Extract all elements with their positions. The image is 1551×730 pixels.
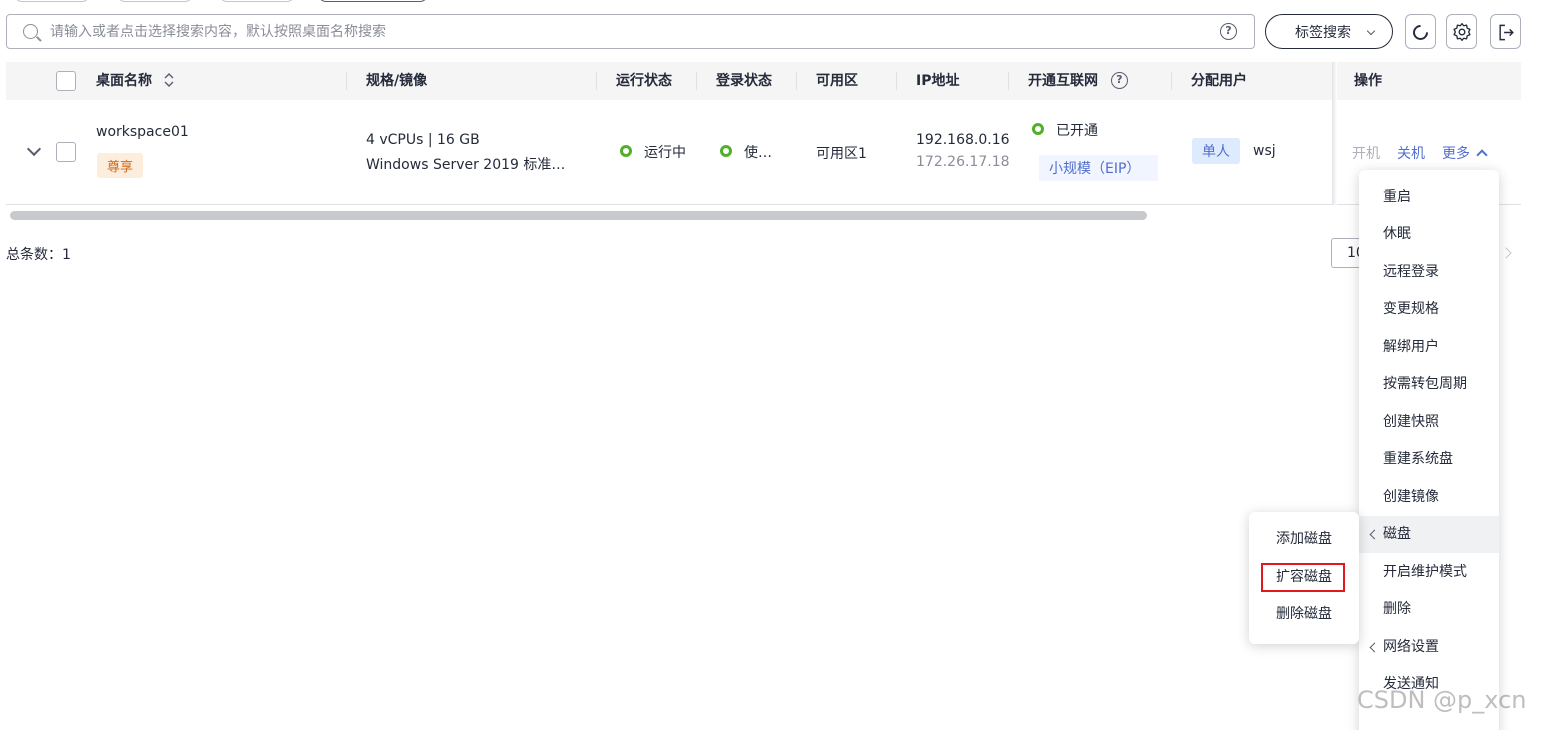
table-row: workspace01 尊享 4 vCPUs | 16 GB Windows S… bbox=[6, 100, 1521, 205]
status-ok-icon bbox=[720, 145, 732, 157]
internet-status-label: 已开通 bbox=[1056, 123, 1098, 139]
menu-item-disk-label: 磁盘 bbox=[1383, 526, 1411, 542]
internet-help-icon[interactable]: ? bbox=[1110, 71, 1128, 89]
start-link[interactable]: 开机 bbox=[1352, 143, 1380, 163]
tier-badge: 尊享 bbox=[97, 153, 144, 178]
column-header-internet-label: 开通互联网 bbox=[1028, 73, 1098, 89]
column-separator[interactable] bbox=[696, 72, 697, 90]
search-box[interactable]: ? bbox=[6, 14, 1255, 49]
menu-item-create-snapshot[interactable]: 创建快照 bbox=[1359, 404, 1499, 441]
refresh-icon bbox=[1409, 21, 1432, 44]
menu-item-network-settings[interactable]: 网络设置 bbox=[1359, 629, 1499, 666]
user-type-badge: 单人 bbox=[1192, 138, 1240, 164]
search-help-icon[interactable]: ? bbox=[1220, 23, 1237, 40]
more-link[interactable]: 更多 bbox=[1442, 143, 1488, 163]
highlight-annotation-box bbox=[1261, 563, 1345, 592]
desktop-name[interactable]: workspace01 bbox=[96, 124, 189, 140]
ops-column-divider bbox=[1332, 62, 1337, 205]
column-separator[interactable] bbox=[896, 72, 897, 90]
menu-item-restart[interactable]: 重启 bbox=[1359, 179, 1499, 216]
shutdown-link[interactable]: 关机 bbox=[1397, 143, 1425, 163]
table-header: 桌面名称 规格/镜像 运行状态 登录状态 可用区 IP地址 开通互联网 ? 分配… bbox=[6, 62, 1521, 100]
export-button[interactable] bbox=[1490, 14, 1521, 49]
status-ok-icon bbox=[620, 145, 632, 157]
horizontal-scrollbar[interactable] bbox=[10, 211, 1147, 220]
more-actions-menu: 重启 休眠 远程登录 变更规格 解绑用户 按需转包周期 创建快照 重建系统盘 创… bbox=[1359, 170, 1499, 730]
zone-text: 可用区1 bbox=[816, 146, 867, 162]
ip-primary: 192.168.0.163 bbox=[916, 132, 1010, 148]
tag-search-label: 标签搜索 bbox=[1295, 24, 1351, 41]
chevron-up-icon bbox=[1476, 149, 1488, 161]
column-separator[interactable] bbox=[346, 72, 347, 90]
next-page-icon[interactable] bbox=[1500, 247, 1512, 259]
user-name: wsj bbox=[1253, 143, 1276, 159]
settings-button[interactable] bbox=[1446, 14, 1477, 49]
column-separator[interactable] bbox=[1171, 72, 1172, 90]
menu-item-disk[interactable]: 磁盘 bbox=[1359, 516, 1499, 553]
menu-item-maintenance-mode[interactable]: 开启维护模式 bbox=[1359, 554, 1499, 591]
column-header-name-label: 桌面名称 bbox=[96, 73, 152, 89]
gear-icon bbox=[1453, 23, 1471, 41]
chevron-down-icon bbox=[1366, 26, 1376, 36]
image-text: Windows Server 2019 标准… bbox=[366, 157, 566, 173]
chevron-left-icon bbox=[1369, 642, 1380, 653]
column-header-run-status: 运行状态 bbox=[616, 73, 672, 89]
ip-secondary: 172.26.17.18 bbox=[916, 154, 1010, 170]
column-header-internet: 开通互联网 ? bbox=[1028, 62, 1128, 100]
column-header-ip: IP地址 bbox=[916, 73, 960, 89]
search-icon bbox=[23, 24, 38, 39]
select-all-checkbox[interactable] bbox=[56, 71, 76, 91]
status-ok-icon bbox=[1032, 123, 1044, 135]
run-status-label: 运行中 bbox=[644, 145, 686, 161]
column-separator[interactable] bbox=[1008, 72, 1009, 90]
refresh-button[interactable] bbox=[1405, 14, 1436, 49]
menu-item-remote-login[interactable]: 远程登录 bbox=[1359, 254, 1499, 291]
submenu-item-add-disk[interactable]: 添加磁盘 bbox=[1249, 521, 1359, 558]
menu-item-network-settings-label: 网络设置 bbox=[1383, 639, 1439, 655]
column-header-spec: 规格/镜像 bbox=[366, 73, 428, 89]
menu-item-hibernate[interactable]: 休眠 bbox=[1359, 216, 1499, 253]
top-tab-stub-2[interactable] bbox=[117, 0, 193, 2]
watermark: CSDN @p_xcn bbox=[1357, 686, 1527, 714]
spec-text: 4 vCPUs | 16 GB bbox=[366, 132, 480, 148]
menu-item-rebuild-system-disk[interactable]: 重建系统盘 bbox=[1359, 441, 1499, 478]
expand-chevron-icon[interactable] bbox=[26, 141, 42, 157]
top-tab-stub-1[interactable] bbox=[14, 0, 90, 2]
top-tab-stub-4[interactable] bbox=[318, 0, 428, 2]
column-separator[interactable] bbox=[796, 72, 797, 90]
more-link-label: 更多 bbox=[1442, 146, 1470, 162]
column-header-user: 分配用户 bbox=[1191, 73, 1247, 89]
login-status: 使… bbox=[720, 142, 772, 162]
submenu-item-delete-disk[interactable]: 删除磁盘 bbox=[1249, 596, 1359, 633]
column-header-name[interactable]: 桌面名称 bbox=[96, 62, 175, 100]
row-checkbox[interactable] bbox=[56, 142, 76, 162]
column-header-zone: 可用区 bbox=[816, 73, 858, 89]
menu-item-billing-convert[interactable]: 按需转包周期 bbox=[1359, 366, 1499, 403]
column-header-ops: 操作 bbox=[1354, 73, 1382, 89]
login-status-label: 使… bbox=[744, 145, 772, 161]
menu-item-unbind-user[interactable]: 解绑用户 bbox=[1359, 329, 1499, 366]
internet-status: 已开通 bbox=[1032, 120, 1098, 140]
column-separator[interactable] bbox=[596, 72, 597, 90]
eip-tag: 小规模（EIP） bbox=[1039, 155, 1158, 181]
run-status: 运行中 bbox=[620, 142, 686, 162]
search-input[interactable] bbox=[50, 15, 1200, 48]
total-count: 总条数：1 bbox=[6, 247, 71, 263]
exit-icon bbox=[1499, 24, 1514, 41]
top-tab-stub-3[interactable] bbox=[219, 0, 295, 2]
tag-search-button[interactable]: 标签搜索 bbox=[1265, 14, 1393, 49]
menu-item-create-image[interactable]: 创建镜像 bbox=[1359, 479, 1499, 516]
menu-item-change-spec[interactable]: 变更规格 bbox=[1359, 291, 1499, 328]
column-header-login-status: 登录状态 bbox=[716, 73, 772, 89]
menu-item-delete[interactable]: 删除 bbox=[1359, 591, 1499, 628]
sort-icon[interactable] bbox=[163, 72, 175, 88]
chevron-left-icon bbox=[1369, 529, 1380, 540]
